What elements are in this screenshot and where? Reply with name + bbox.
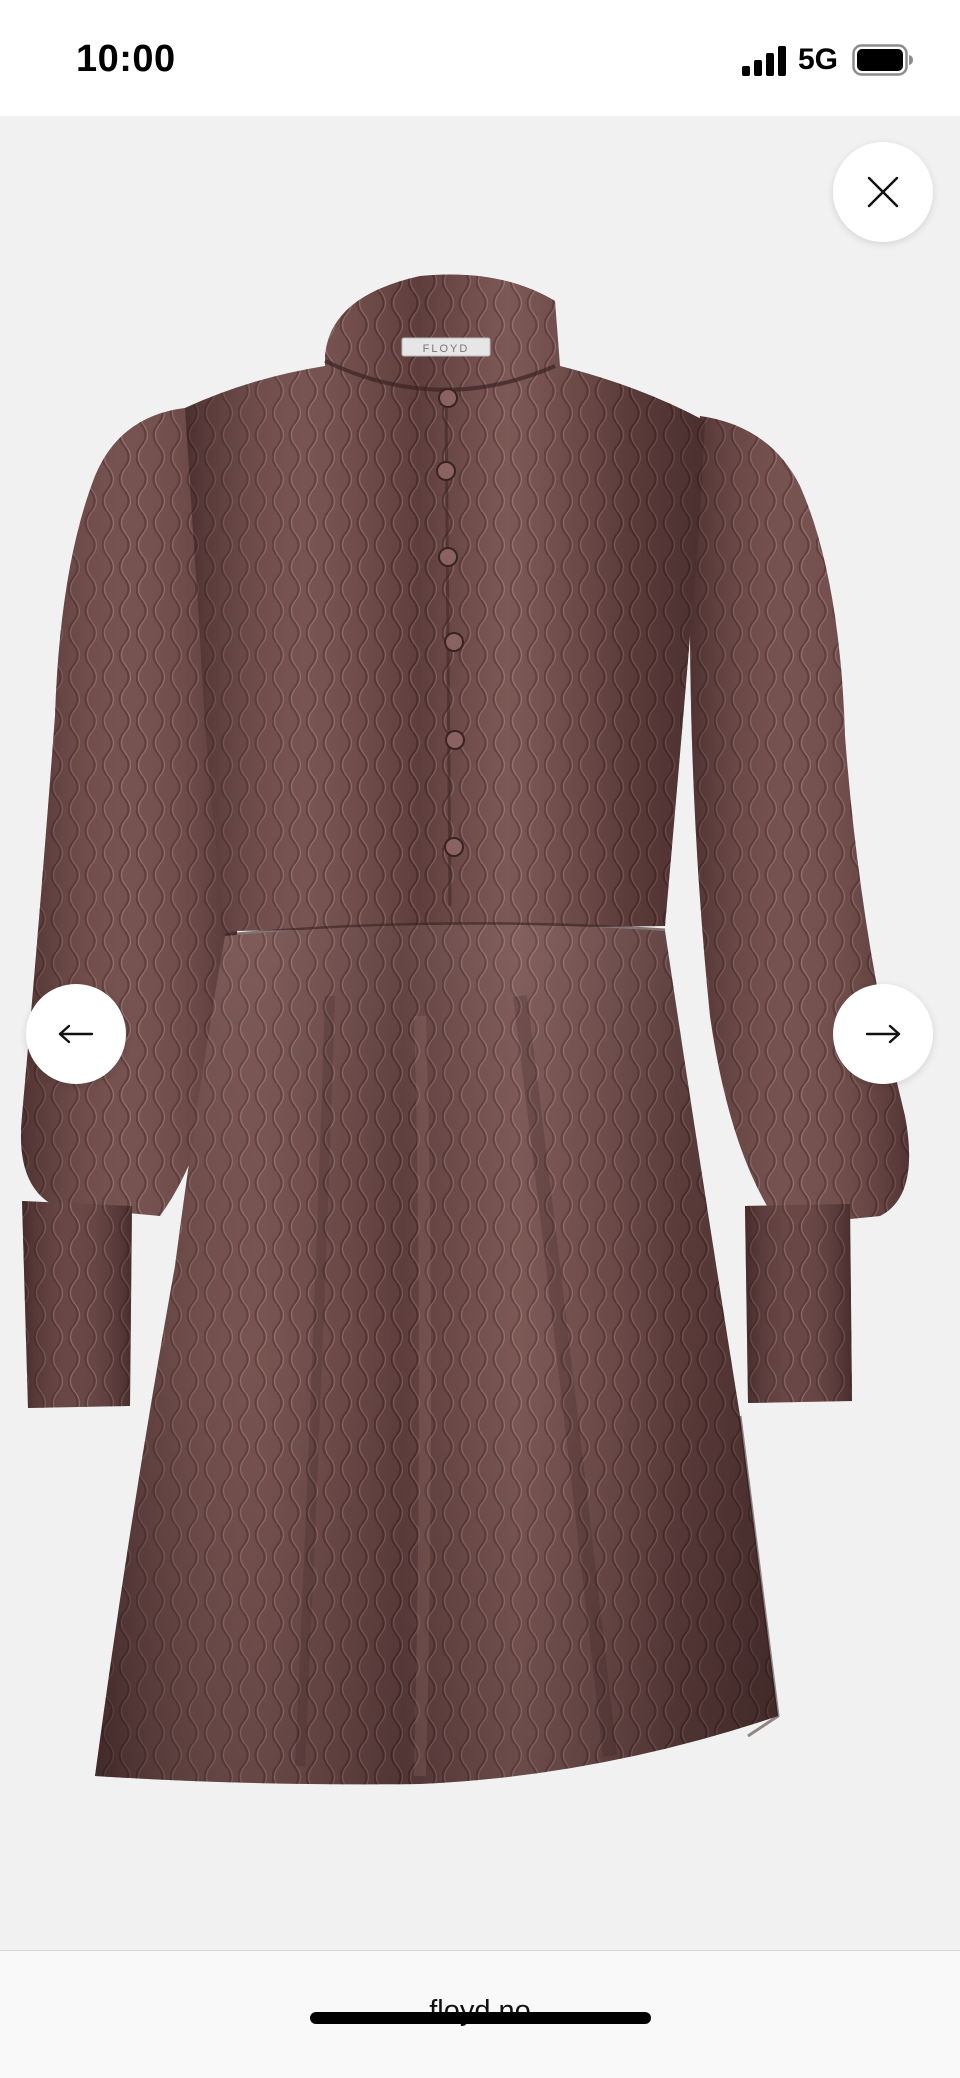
status-bar: 10:00 5G: [0, 0, 960, 116]
right-sleeve: [690, 416, 910, 1403]
brand-label: FLOYD: [423, 343, 470, 355]
network-type: 5G: [798, 43, 839, 76]
home-indicator[interactable]: [310, 2012, 651, 2024]
previous-image-button[interactable]: [26, 984, 126, 1084]
arrow-right-icon: [865, 1024, 901, 1044]
bodice: FLOYD: [185, 274, 705, 939]
close-button[interactable]: [833, 142, 933, 242]
battery-icon: [852, 44, 913, 76]
product-image: FLOYD: [20, 274, 910, 1785]
image-viewer[interactable]: FLOYD: [0, 116, 960, 1950]
cellular-signal-icon: [742, 46, 786, 76]
arrow-left-icon: [58, 1024, 94, 1044]
next-image-button[interactable]: [833, 984, 933, 1084]
close-icon: [867, 176, 899, 208]
status-time: 10:00: [76, 38, 176, 80]
